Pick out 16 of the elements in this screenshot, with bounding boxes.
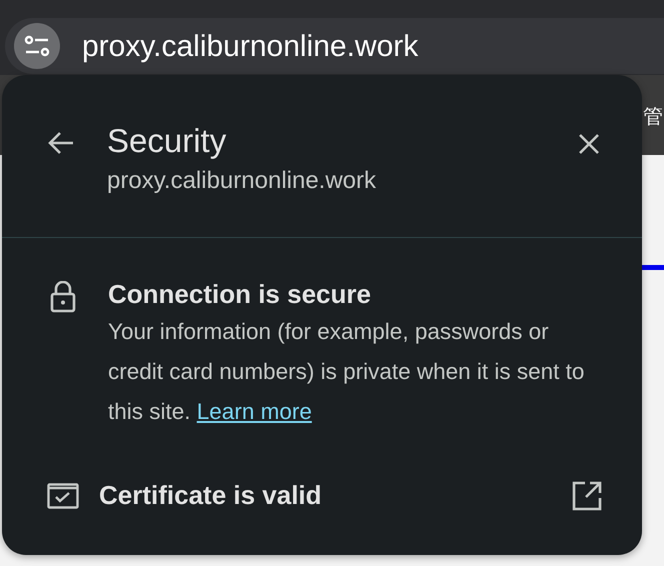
panel-title: Security (107, 121, 228, 161)
site-settings-icon[interactable] (14, 23, 60, 69)
connection-description: Your information (for example, passwords or credit card numbers) is private when it is sent to this site. Learn more (108, 318, 586, 426)
back-arrow-icon[interactable] (47, 131, 75, 155)
toolbar-text: 管 (643, 105, 663, 129)
address-bar[interactable]: proxy.caliburnonline.work (5, 18, 664, 74)
link-underline (642, 265, 664, 270)
close-icon[interactable] (578, 133, 600, 155)
learn-more-link[interactable]: Learn more (196, 399, 312, 424)
url-text: proxy.caliburnonline.work (82, 28, 418, 64)
panel-subtitle: proxy.caliburnonline.work (107, 166, 376, 196)
certificate-label[interactable]: Certificate is valid (99, 476, 322, 515)
connection-title: Connection is secure (108, 278, 372, 311)
certificate-icon (47, 482, 79, 508)
external-link-icon[interactable] (572, 480, 602, 510)
lock-icon (50, 281, 76, 313)
